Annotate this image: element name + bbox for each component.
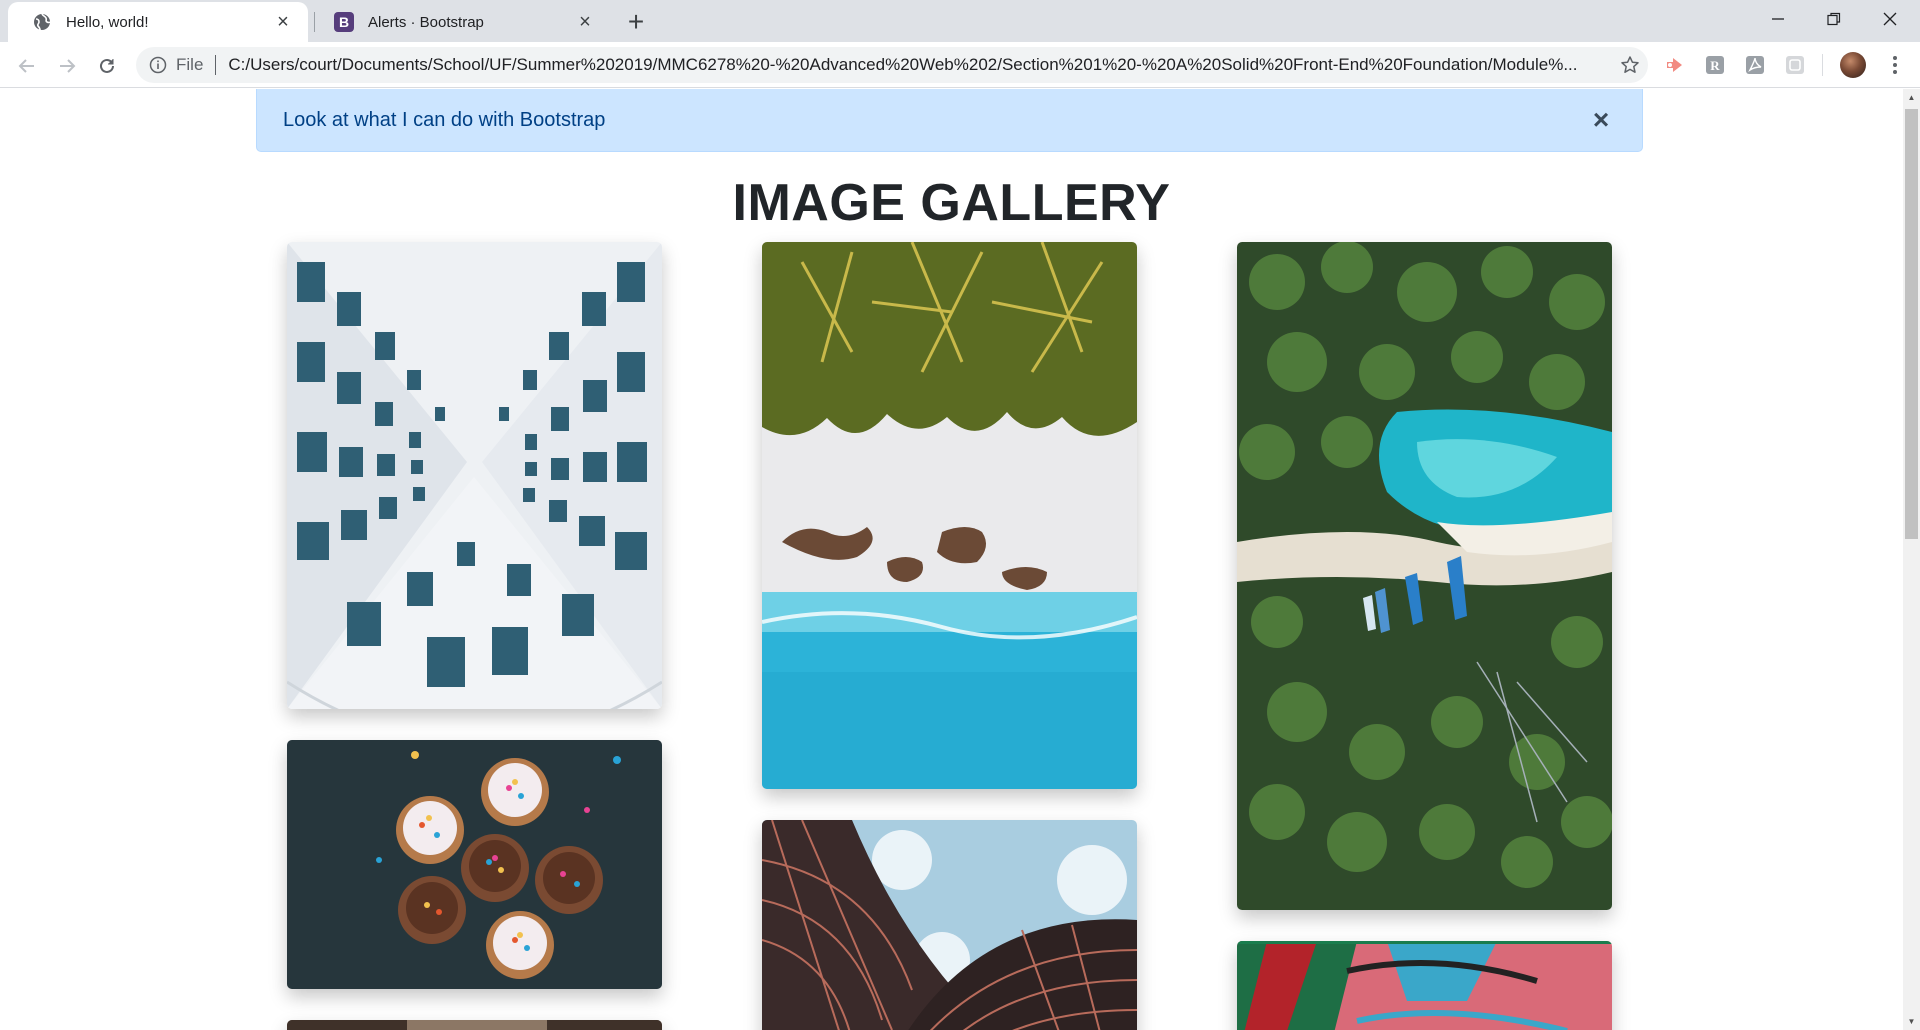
gallery-image-partial[interactable] — [287, 1020, 662, 1030]
pocket-extension-icon[interactable] — [1782, 52, 1808, 78]
address-bar[interactable]: File C:/Users/court/Documents/School/UF/… — [136, 47, 1648, 83]
back-icon[interactable] — [10, 49, 44, 83]
gallery-image-palm-beach[interactable] — [762, 242, 1137, 789]
info-alert: Look at what I can do with Bootstrap × — [256, 89, 1643, 152]
scroll-up-arrow-icon[interactable]: ▲ — [1903, 89, 1920, 106]
tab-hello-world[interactable]: Hello, world! × — [8, 2, 308, 42]
gallery-image-graffiti[interactable] — [1237, 941, 1612, 1030]
gallery-image-cupcakes[interactable] — [287, 740, 662, 989]
menu-icon[interactable] — [1882, 52, 1908, 78]
tab-alerts-bootstrap[interactable]: B Alerts · Bootstrap × — [310, 2, 610, 42]
restore-icon[interactable] — [1806, 0, 1862, 38]
page-viewport: Look at what I can do with Bootstrap × I… — [0, 89, 1903, 1030]
scroll-down-arrow-icon[interactable]: ▼ — [1903, 1013, 1920, 1030]
screencast-extension-icon[interactable] — [1662, 52, 1688, 78]
gallery-image-palm-boats[interactable] — [1237, 242, 1612, 910]
globe-icon — [32, 12, 52, 32]
alert-text: Look at what I can do with Bootstrap — [283, 108, 606, 131]
divider — [1822, 54, 1823, 76]
divider — [215, 55, 217, 75]
minimize-icon[interactable] — [1750, 0, 1806, 38]
page-title: IMAGE GALLERY — [732, 174, 1171, 232]
avatar[interactable] — [1840, 52, 1866, 78]
svg-text:B: B — [339, 14, 349, 30]
info-icon[interactable] — [148, 55, 168, 75]
close-icon[interactable]: × — [574, 11, 596, 33]
gallery-image-curved-tower[interactable] — [762, 820, 1137, 1030]
alert-close-button[interactable]: × — [1588, 106, 1614, 134]
gallery-image-building-windows[interactable] — [287, 242, 662, 709]
browser-toolbar: File C:/Users/court/Documents/School/UF/… — [0, 42, 1920, 88]
scheme-label: File — [176, 55, 204, 74]
grammar-extension-icon[interactable]: R — [1702, 52, 1728, 78]
url-text[interactable]: C:/Users/court/Documents/School/UF/Summe… — [228, 55, 1612, 75]
page-scrollbar[interactable]: ▲ ▼ — [1903, 89, 1920, 1030]
tab-title: Hello, world! — [66, 13, 149, 31]
close-icon[interactable]: × — [272, 11, 294, 33]
plus-icon[interactable]: + — [620, 6, 652, 38]
tab-title: Alerts · Bootstrap — [368, 13, 484, 31]
star-icon[interactable] — [1612, 47, 1648, 83]
pdf-extension-icon[interactable] — [1742, 52, 1768, 78]
close-icon[interactable] — [1862, 0, 1918, 38]
forward-icon[interactable] — [50, 49, 84, 83]
svg-text:R: R — [1710, 58, 1720, 73]
reload-icon[interactable] — [90, 49, 124, 83]
browser-tab-strip: Hello, world! × B Alerts · Bootstrap × + — [0, 0, 1920, 42]
scrollbar-thumb[interactable] — [1905, 109, 1918, 539]
bootstrap-icon: B — [334, 12, 354, 32]
